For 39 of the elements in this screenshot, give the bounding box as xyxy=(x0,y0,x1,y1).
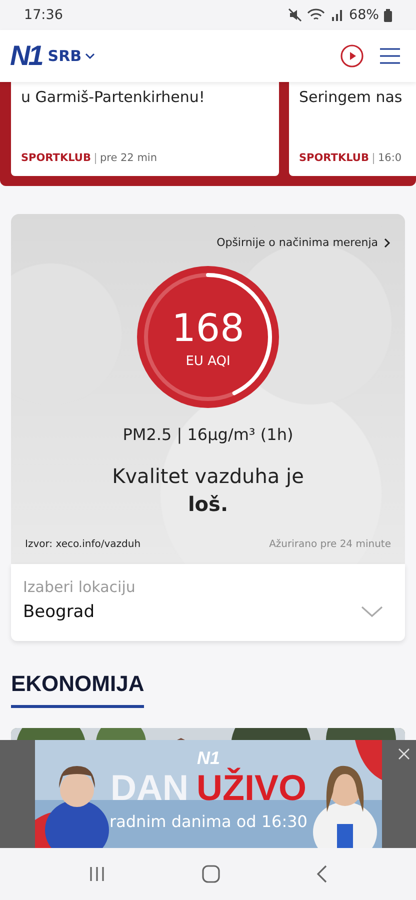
measurement-info-link[interactable]: Opširnije o načinima merenja xyxy=(216,236,391,249)
news-time: 16:0 xyxy=(378,152,402,164)
play-icon xyxy=(340,44,364,68)
section-heading: EKONOMIJA xyxy=(11,671,144,708)
aqi-value: 168 xyxy=(172,306,244,350)
close-icon xyxy=(398,748,410,760)
back-icon xyxy=(316,865,328,883)
news-card[interactable]: Seringem nas SPORTKLUB 16:0 xyxy=(289,82,416,176)
location-select[interactable]: Izaberi lokaciju Beograd xyxy=(11,564,405,641)
news-source: SPORTKLUB xyxy=(21,152,91,164)
pollutant-reading: PM2.5 | 16µg/m³ (1h) xyxy=(122,425,294,444)
news-card[interactable]: u Garmiš-Partenkirhenu! SPORTKLUB pre 22 min xyxy=(11,82,279,176)
ad-subtitle: radnim danima od 16:30 xyxy=(110,812,308,831)
ad-logo: N1 xyxy=(196,748,220,768)
mute-icon xyxy=(288,8,302,22)
caret-icon xyxy=(84,52,95,60)
logo[interactable]: N1 xyxy=(10,40,42,72)
news-source: SPORTKLUB xyxy=(299,152,369,164)
chevron-down-icon xyxy=(361,606,383,618)
battery-percent: 68% xyxy=(348,7,379,23)
news-time: pre 22 min xyxy=(100,152,158,164)
home-icon xyxy=(202,865,220,883)
air-quality-verdict: Kvalitet vazduha je loš. xyxy=(111,463,305,518)
region-selector[interactable]: SRB xyxy=(48,47,95,65)
data-source: Izvor: xeco.info/vazduh xyxy=(25,539,141,550)
close-button[interactable] xyxy=(396,746,412,762)
menu-icon xyxy=(378,46,402,66)
recent-apps-icon xyxy=(88,866,106,882)
battery-icon xyxy=(384,8,392,22)
chevron-right-icon xyxy=(384,238,391,248)
signal-icon xyxy=(330,8,344,22)
ad-title: DAN xyxy=(110,768,188,808)
news-headline: u Garmiš-Partenkirhenu! xyxy=(21,88,206,106)
ad-title: UŽIVO xyxy=(196,768,306,808)
status-time: 17:36 xyxy=(24,7,63,23)
update-time: Ažurirano pre 24 minute xyxy=(269,539,391,550)
wifi-icon xyxy=(306,8,325,22)
aqi-label: EU AQI xyxy=(186,354,230,368)
news-headline: Seringem nas xyxy=(299,88,404,106)
